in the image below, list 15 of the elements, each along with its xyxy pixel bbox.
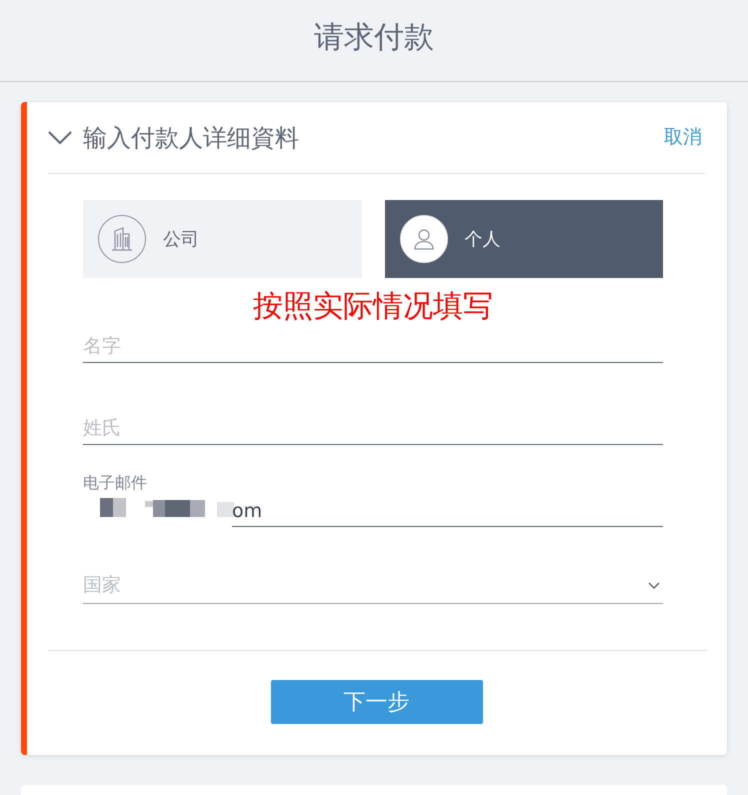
first-name-field[interactable]: 名字	[83, 330, 663, 363]
email-field[interactable]: om	[232, 496, 663, 527]
email-label: 电子邮件	[83, 473, 147, 493]
company-option[interactable]: 公司	[83, 200, 362, 278]
annotation-text: 按照实际情况填写	[253, 288, 493, 326]
person-icon	[400, 215, 448, 263]
person-option[interactable]: 个人	[384, 200, 663, 278]
next-button[interactable]: 下一步	[270, 680, 482, 724]
section-title: 输入付款人详细資料	[83, 122, 299, 154]
page-title: 请求付款	[314, 19, 434, 57]
building-icon	[98, 215, 146, 263]
cancel-link[interactable]: 取消	[664, 123, 702, 152]
dropdown-chevron-icon	[648, 582, 660, 588]
last-name-field[interactable]: 姓氏	[83, 412, 663, 445]
collapse-chevron-icon[interactable]	[48, 130, 72, 144]
